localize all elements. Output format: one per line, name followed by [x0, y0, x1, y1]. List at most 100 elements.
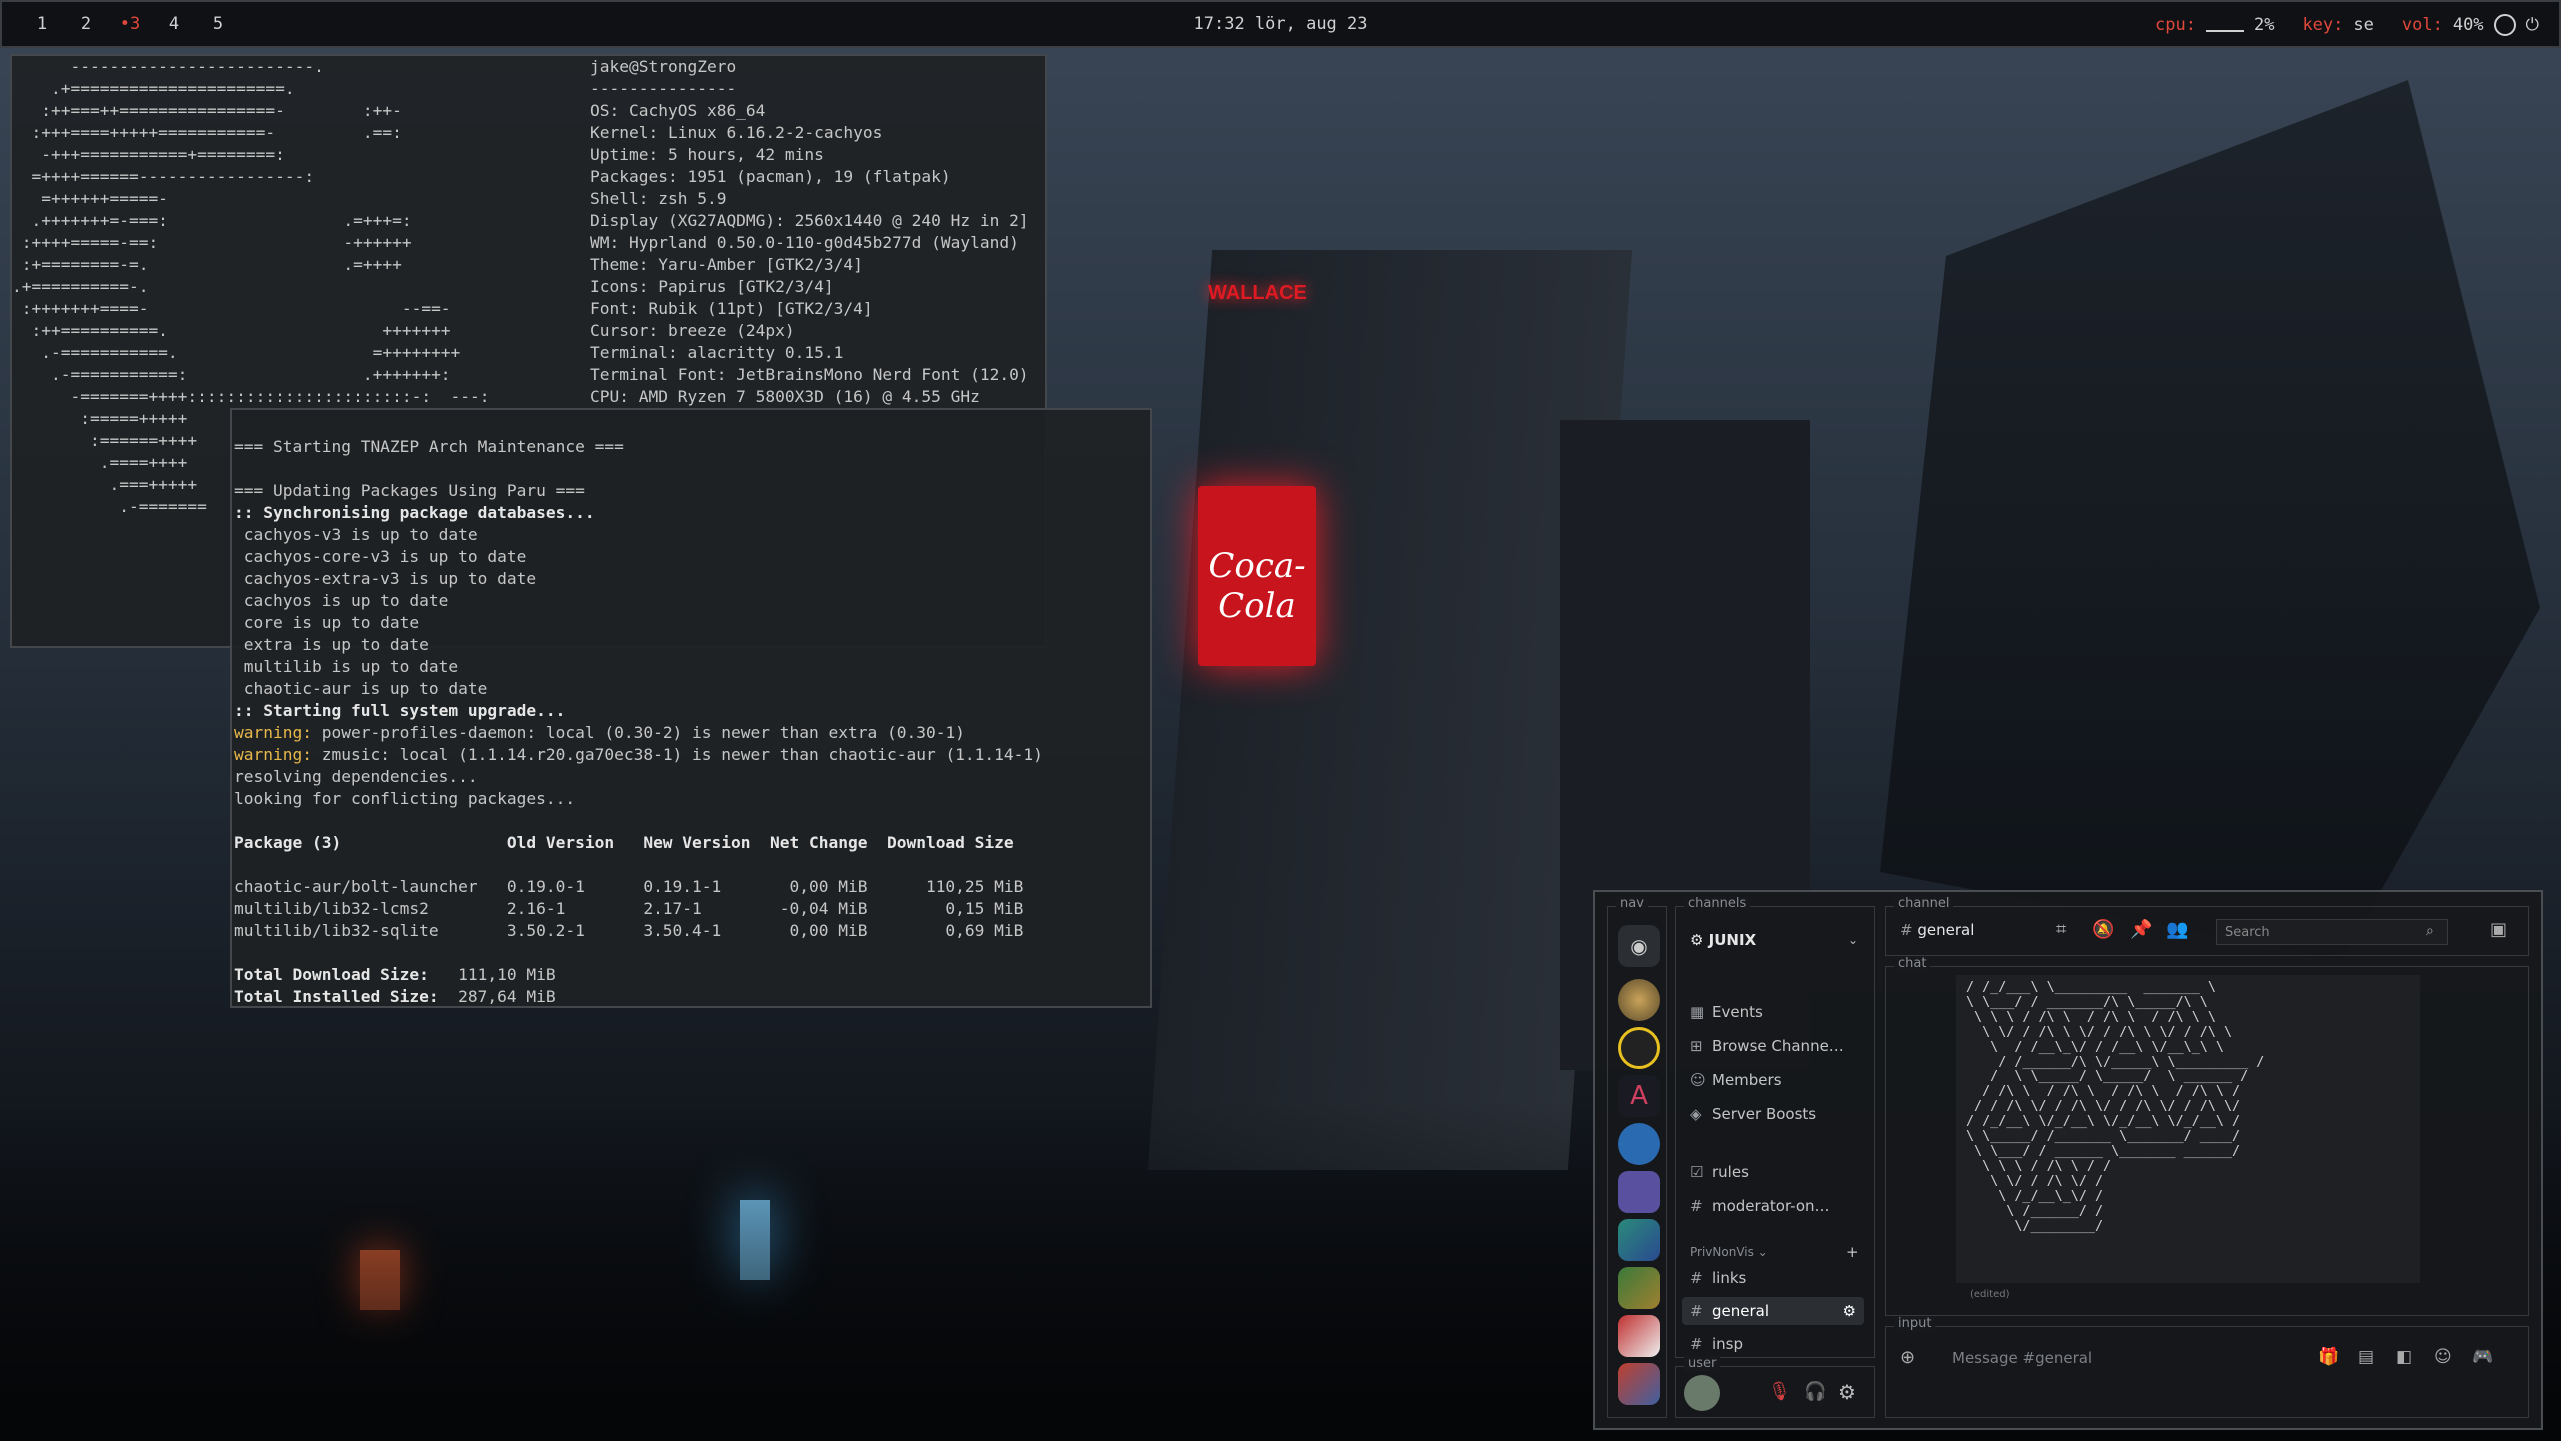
gif-icon[interactable]: ▤ — [2358, 1347, 2374, 1367]
ascii-art-line: / /_/___\ \_________ _______ \ — [1966, 980, 2216, 995]
discord-window[interactable]: nav ◉ A channels ⚙ JUNIX ⌄ ▦ Events ⊞ Brows… — [1593, 890, 2543, 1430]
ascii-art-line: / \ \_____/ \_____/ \ ______ / — [1966, 1069, 2249, 1085]
terminal-line: :: Starting full system upgrade... — [232, 700, 1150, 722]
message-input-panel: input ⊕ Message #general 🎁 ▤ ◧ ☺ 🎮 — [1885, 1316, 2529, 1418]
search-input[interactable]: Search — [2216, 919, 2448, 945]
warning-label: warning: — [234, 745, 312, 764]
server-folder-icon[interactable] — [1618, 1363, 1660, 1405]
terminal-line: === Starting TNAZEP Arch Maintenance === — [232, 436, 1150, 458]
add-attachment-icon[interactable]: ⊕ — [1900, 1347, 1915, 1368]
server-folder-icon[interactable] — [1618, 1219, 1660, 1261]
power-icon[interactable]: ⏻ — [2526, 15, 2539, 35]
logo-line: =++++++=====- — [12, 189, 168, 208]
channel-label: channel — [1894, 896, 1954, 911]
add-channel-button[interactable]: + — [1846, 1243, 1859, 1261]
warning-label: warning: — [234, 723, 312, 742]
channel-item[interactable]: ☺ Members — [1690, 1071, 1782, 1089]
chat-area: chat / /_/___\ \_________ _______ \ \ \__… — [1885, 956, 2529, 1316]
notifications-muted-icon[interactable]: 🔕 — [2092, 919, 2114, 940]
server-icon[interactable] — [1618, 979, 1660, 1021]
emoji-icon[interactable]: ☺ — [2434, 1347, 2452, 1367]
wallpaper-coke-billboard: Coca-Cola — [1198, 486, 1316, 666]
apps-icon[interactable]: 🎮 — [2472, 1347, 2493, 1367]
chevron-down-icon[interactable]: ⌄ — [1848, 933, 1858, 947]
server-icon[interactable] — [1618, 1027, 1660, 1069]
message-ascii-art[interactable]: / /_/___\ \_________ _______ \ \ \___/ / … — [1956, 975, 2420, 1283]
channel-header: channel # general ⌗ 🔕 📌 👥 Search ⌕ ▣ — [1885, 896, 2529, 956]
key-label: key: — [2302, 15, 2344, 35]
sticker-icon[interactable]: ◧ — [2396, 1347, 2412, 1367]
channel-label: Server Boosts — [1712, 1105, 1817, 1123]
logo-line: :+++====+++++===========- .==: — [12, 123, 402, 142]
pin-icon[interactable]: 📌 — [2130, 919, 2152, 940]
info-line: Cursor: breeze (24px) — [590, 321, 795, 340]
logo-line: -=======++++:::::::::::::::::::::::-: --… — [12, 387, 490, 406]
line-text: power-profiles-daemon: local (0.30-2) is… — [311, 723, 965, 742]
keyboard-layout[interactable]: se — [2353, 15, 2373, 35]
server-name[interactable]: ⚙ JUNIX — [1690, 931, 1756, 949]
server-folder-icon[interactable] — [1618, 1315, 1660, 1357]
status-area: cpu: 2% key: se vol: 40% ⏻ — [2155, 14, 2539, 36]
avatar[interactable] — [1684, 1375, 1720, 1411]
line-text: 111,10 MiB — [428, 965, 556, 984]
channel-settings-icon[interactable]: ⚙ — [1843, 1297, 1856, 1325]
line-text: === Starting TNAZEP Arch Maintenance === — [234, 437, 624, 456]
inbox-icon[interactable]: ▣ — [2490, 919, 2507, 940]
line-text: chaotic-aur/bolt-launcher 0.19.0-1 0.19.… — [234, 877, 1024, 896]
ascii-art-line: / /\ \ / /\ \ / /\ \ / /\ \ / — [1966, 1084, 2241, 1100]
channel-item[interactable]: ⊞ Browse Channe… — [1690, 1037, 1844, 1055]
hash-icon: # — [1690, 1335, 1703, 1353]
channel-item[interactable]: # links — [1690, 1269, 1746, 1287]
tray-icon[interactable] — [2493, 14, 2516, 36]
logo-line: .+==========-. — [12, 277, 149, 296]
ascii-art-line: \ \___/ / _______/\ \_____/\ \ — [1966, 994, 2208, 1010]
line-text: :: Starting full system upgrade... — [234, 701, 566, 720]
line-text: cachyos-core-v3 is up to date — [234, 547, 527, 566]
server-icon-junix[interactable] — [1618, 1123, 1660, 1165]
info-line: jake@StrongZero — [590, 57, 737, 76]
chat-label: chat — [1894, 956, 1931, 971]
terminal-maintenance[interactable]: === Starting TNAZEP Arch Maintenance ===… — [230, 408, 1152, 1008]
mute-mic-icon[interactable]: 🎙 — [1768, 1381, 1791, 1402]
gear-icon[interactable]: ⚙ — [1838, 1380, 1856, 1404]
terminal-line: warning: power-profiles-daemon: local (0… — [232, 722, 1150, 744]
total-label: Total Download Size: — [234, 965, 429, 984]
channel-category[interactable]: PrivNonVis ⌄ — [1690, 1245, 1768, 1259]
terminal-line: :: Synchronising package databases... — [232, 502, 1150, 524]
channel-item[interactable]: ▦ Events — [1690, 1003, 1763, 1021]
line-text: 287,64 MiB — [438, 987, 556, 1006]
volume-value[interactable]: 40% — [2453, 15, 2484, 35]
threads-icon[interactable]: ⌗ — [2056, 919, 2066, 940]
server-icon[interactable]: A — [1618, 1075, 1660, 1117]
server-folder-icon[interactable] — [1618, 1267, 1660, 1309]
info-line: --------------- — [590, 79, 737, 98]
channel-icon: ◈ — [1690, 1105, 1702, 1123]
channel-icon: ▦ — [1690, 1003, 1705, 1021]
cpu-graph — [2205, 18, 2244, 32]
ascii-art-line: \ /_/__\_\/ / — [1966, 1188, 2104, 1204]
channel-label: general — [1712, 1302, 1770, 1320]
discord-home-icon[interactable]: ◉ — [1618, 925, 1660, 967]
message-input[interactable]: Message #general — [1952, 1349, 2092, 1367]
channel-item[interactable]: # moderator-on… — [1690, 1197, 1830, 1215]
info-line: CPU: AMD Ryzen 7 5800X3D (16) @ 4.55 GHz — [590, 387, 980, 406]
channel-item[interactable]: ☑ rules — [1690, 1163, 1749, 1181]
line-text: cachyos-extra-v3 is up to date — [234, 569, 537, 588]
info-line: Theme: Yaru-Amber [GTK2/3/4] — [590, 255, 863, 274]
channel-item-selected[interactable]: # general ⚙ — [1682, 1297, 1864, 1325]
members-icon[interactable]: 👥 — [2166, 919, 2188, 940]
server-icon[interactable] — [1618, 1171, 1660, 1213]
hash-icon: # — [1690, 1269, 1703, 1287]
gift-icon[interactable]: 🎁 — [2318, 1347, 2339, 1367]
category-label: PrivNonVis ⌄ — [1690, 1245, 1768, 1259]
edited-tag: (edited) — [1970, 1289, 2010, 1300]
headphones-icon[interactable]: 🎧 — [1804, 1381, 1826, 1402]
logo-line: -+++===========+========: — [12, 145, 285, 164]
input-label: input — [1894, 1316, 1936, 1331]
terminal-line: extra is up to date — [232, 634, 1150, 656]
line-text: chaotic-aur is up to date — [234, 679, 488, 698]
channel-item[interactable]: ◈ Server Boosts — [1690, 1105, 1816, 1123]
line-text: multilib/lib32-sqlite 3.50.2-1 3.50.4-1 … — [234, 921, 1024, 940]
channel-item[interactable]: # insp — [1690, 1335, 1743, 1353]
